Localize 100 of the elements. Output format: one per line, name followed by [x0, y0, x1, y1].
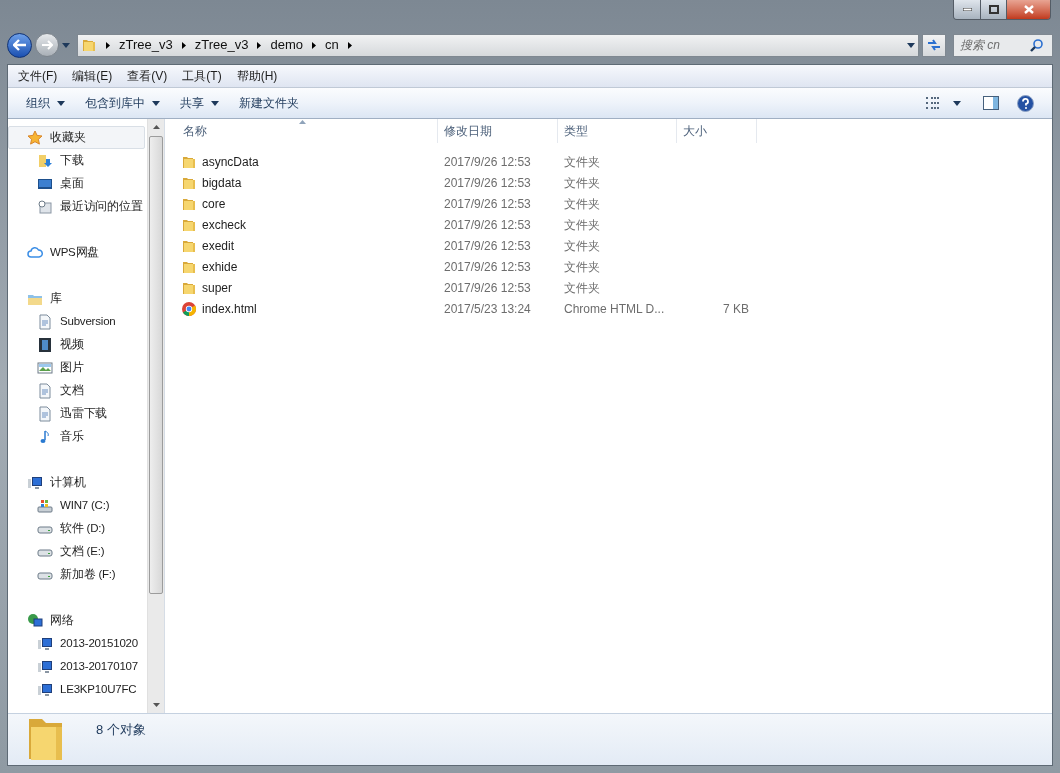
sidebar-item[interactable]: WIN7 (C:) — [8, 494, 145, 517]
file-name: super — [202, 279, 233, 297]
modified-date: 2017/9/26 12:53 — [443, 216, 532, 234]
star-icon — [27, 129, 43, 146]
modified-date: 2017/9/26 12:53 — [443, 258, 532, 276]
column-header[interactable]: 类型 — [558, 119, 677, 143]
sidebar-item[interactable]: 2013-20170107 — [8, 655, 145, 678]
download-folder-icon — [37, 152, 53, 169]
breadcrumb[interactable]: demo — [270, 35, 303, 55]
toolbar-button[interactable]: 共享 — [170, 91, 229, 115]
file-row[interactable]: super 2017/9/26 12:53 文件夹 — [177, 277, 1052, 298]
minimize-icon — [962, 8, 972, 11]
network-icon — [27, 612, 43, 629]
file-row[interactable]: index.html 2017/5/23 13:24 Chrome HTML D... 7 KB — [177, 298, 1052, 319]
file-type: 文件夹 — [563, 258, 601, 276]
sidebar-item[interactable]: 音乐 — [8, 425, 145, 448]
scrollbar[interactable] — [147, 119, 164, 713]
sidebar-item[interactable]: 新加卷 (F:) — [8, 563, 145, 586]
column-header[interactable]: 名称 — [177, 119, 438, 143]
file-name: exedit — [202, 237, 235, 255]
sidebar-item[interactable]: 软件 (D:) — [8, 517, 145, 540]
toolbar-button[interactable]: 新建文件夹 — [229, 91, 309, 115]
scroll-thumb[interactable] — [149, 136, 163, 594]
forward-arrow-icon — [41, 40, 53, 50]
maximize-icon — [988, 5, 999, 14]
sidebar-item[interactable]: 视频 — [8, 333, 145, 356]
sidebar-item[interactable]: 文档 — [8, 379, 145, 402]
menu-item[interactable]: 文件(F) — [18, 67, 58, 85]
sidebar-item[interactable]: 网络 — [8, 609, 145, 632]
file-row[interactable]: excheck 2017/9/26 12:53 文件夹 — [177, 214, 1052, 235]
file-type: 文件夹 — [563, 174, 601, 192]
menu-item[interactable]: 帮助(H) — [236, 67, 278, 85]
sidebar-item[interactable]: 计算机 — [8, 471, 145, 494]
search-box[interactable]: 搜索 cn — [953, 33, 1053, 57]
chevron-icon — [347, 41, 352, 49]
menu-item[interactable]: 工具(T) — [182, 67, 222, 85]
file-type: 文件夹 — [563, 237, 601, 255]
caret-icon — [211, 100, 219, 106]
file-row[interactable]: exedit 2017/9/26 12:53 文件夹 — [177, 235, 1052, 256]
modified-date: 2017/9/26 12:53 — [443, 195, 532, 213]
recent-places-icon — [37, 198, 53, 215]
refresh-icon — [927, 39, 941, 51]
breadcrumb[interactable]: zTree_v3 — [119, 35, 173, 55]
folder-icon — [81, 37, 97, 53]
menu-item[interactable]: 查看(V) — [127, 67, 168, 85]
sidebar-item[interactable]: LE3KP10U7FC — [8, 678, 145, 701]
sidebar-item[interactable]: 下载 — [8, 149, 145, 172]
browser-icon — [181, 300, 197, 317]
breadcrumb[interactable]: zTree_v3 — [194, 35, 249, 55]
file-type: Chrome HTML D... — [563, 300, 666, 318]
sidebar-item[interactable]: 最近访问的位置 — [8, 195, 145, 218]
computer-icon — [27, 474, 43, 491]
toolbar-button[interactable]: 包含到库中 — [75, 91, 170, 115]
column-header[interactable]: 大小 — [677, 119, 757, 143]
column-header[interactable]: 修改日期 — [438, 119, 558, 143]
computer-icon — [37, 635, 53, 652]
film-icon — [37, 336, 53, 353]
forward-button[interactable] — [35, 33, 59, 57]
chevron-icon — [311, 41, 316, 49]
refresh-button[interactable] — [922, 33, 946, 57]
maximize-button[interactable] — [980, 0, 1006, 19]
menu-item[interactable]: 编辑(E) — [72, 67, 113, 85]
toolbar-button[interactable]: 组织 — [16, 91, 75, 115]
sidebar-item[interactable]: 收藏夹 — [8, 126, 145, 149]
close-icon — [1023, 5, 1034, 14]
picture-icon — [37, 359, 53, 376]
computer-icon — [37, 658, 53, 675]
file-name: exhide — [202, 258, 238, 276]
file-name: bigdata — [202, 174, 242, 192]
file-row[interactable]: asyncData 2017/9/26 12:53 文件夹 — [177, 151, 1052, 172]
sidebar-item[interactable]: 文档 (E:) — [8, 540, 145, 563]
file-type: 文件夹 — [563, 153, 601, 171]
sidebar-item[interactable]: Subversion — [8, 310, 145, 333]
close-button[interactable] — [1006, 0, 1050, 19]
sidebar-item[interactable]: WPS网盘 — [8, 241, 145, 264]
sidebar-item[interactable]: 桌面 — [8, 172, 145, 195]
back-button[interactable] — [7, 32, 32, 58]
file-row[interactable]: bigdata 2017/9/26 12:53 文件夹 — [177, 172, 1052, 193]
file-name: asyncData — [202, 153, 259, 171]
breadcrumb[interactable]: cn — [324, 35, 339, 55]
modified-date: 2017/9/26 12:53 — [443, 153, 532, 171]
help-icon — [1017, 94, 1034, 112]
file-row[interactable]: exhide 2017/9/26 12:53 文件夹 — [177, 256, 1052, 277]
file-type: 文件夹 — [563, 216, 601, 234]
sidebar-item[interactable]: 迅雷下载 — [8, 402, 145, 425]
file-type: 文件夹 — [563, 279, 601, 297]
address-bar[interactable]: zTree_v3 zTree_v3 demo cn — [77, 33, 919, 57]
sidebar-item[interactable]: 2013-20151020 — [8, 632, 145, 655]
document-icon — [37, 405, 53, 422]
sidebar-item[interactable]: 库 — [8, 287, 145, 310]
scroll-up-icon — [152, 125, 160, 129]
sidebar-item[interactable]: 图片 — [8, 356, 145, 379]
modified-date: 2017/5/23 13:24 — [443, 300, 532, 318]
file-row[interactable]: core 2017/9/26 12:53 文件夹 — [177, 193, 1052, 214]
file-type: 文件夹 — [563, 195, 601, 213]
search-field[interactable]: 搜索 cn — [960, 36, 1030, 54]
chevron-icon — [106, 41, 110, 49]
chevron-icon — [257, 41, 262, 49]
details-view-icon — [925, 96, 941, 110]
search-icon — [1030, 38, 1043, 52]
